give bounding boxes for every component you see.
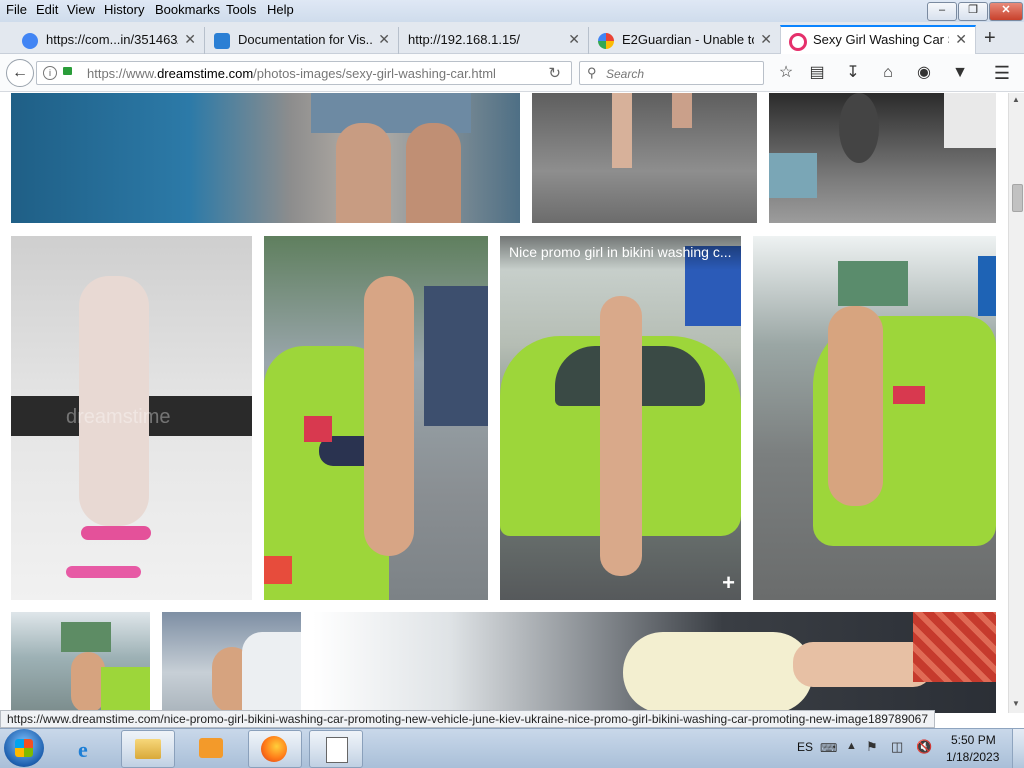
reading-list-icon[interactable]: ▤ <box>807 63 827 83</box>
network-icon[interactable]: ◫ <box>891 739 903 755</box>
pocket-icon[interactable]: ▼ <box>950 63 970 83</box>
photo-grid: dreamstime Nice promo girl in bikini was… <box>0 93 1008 713</box>
menu-edit[interactable]: Edit <box>36 2 58 17</box>
tab-label: Documentation for Vis... <box>238 32 372 47</box>
tab-local-ip[interactable]: http://192.168.1.15/ ✕ <box>400 27 589 54</box>
keyboard-icon[interactable]: ⌨ <box>820 741 837 755</box>
arrow-left-icon: ← <box>12 64 28 81</box>
download-icon[interactable]: ↧ <box>843 63 863 83</box>
menu-tools[interactable]: Tools <box>226 2 256 17</box>
tab-dreamstime[interactable]: Sexy Girl Washing Car S... ✕ <box>780 25 976 56</box>
clock-date[interactable]: 1/18/2023 <box>946 750 999 764</box>
search-icon: ⚲ <box>587 65 597 80</box>
photo-thumbnail[interactable] <box>11 93 520 223</box>
scroll-down-icon[interactable]: ▼ <box>1012 699 1020 708</box>
photo-overlay-title: Nice promo girl in bikini washing c... <box>500 236 741 270</box>
scroll-up-icon[interactable]: ▲ <box>1012 95 1020 104</box>
lock-icon <box>63 67 72 75</box>
tab-label: http://192.168.1.15/ <box>408 32 521 47</box>
menu-help[interactable]: Help <box>267 2 294 17</box>
hamburger-menu-icon[interactable]: ☰ <box>992 63 1012 83</box>
tab-google-docs[interactable]: https://com...in/351463/ ✕ <box>14 27 205 54</box>
close-tab-icon[interactable]: ✕ <box>378 31 390 48</box>
menu-history[interactable]: History <box>104 2 144 17</box>
close-tab-icon[interactable]: ✕ <box>184 31 196 48</box>
photo-thumbnail[interactable] <box>264 236 488 600</box>
tab-e2guardian[interactable]: E2Guardian - Unable to... ✕ <box>590 27 781 54</box>
tab-label: https://com...in/351463/ <box>46 32 178 47</box>
vscode-icon <box>214 33 230 49</box>
clock-time[interactable]: 5:50 PM <box>951 733 996 747</box>
photo-thumbnail-hovered[interactable]: Nice promo girl in bikini washing c... + <box>500 236 741 600</box>
chat-icon[interactable]: ◉ <box>914 63 934 83</box>
taskbar-internet-explorer[interactable]: e <box>64 730 116 766</box>
photo-thumbnail[interactable] <box>769 93 996 223</box>
photo-thumbnail[interactable] <box>532 93 757 223</box>
maximize-button[interactable]: ❐ <box>958 2 988 21</box>
back-button[interactable]: ← <box>6 59 34 87</box>
status-link-url: https://www.dreamstime.com/nice-promo-gi… <box>0 710 936 728</box>
taskbar-file-explorer[interactable] <box>121 730 175 768</box>
tab-strip: https://com...in/351463/ ✕ Documentation… <box>0 22 1024 56</box>
tab-label: E2Guardian - Unable to... <box>622 32 754 47</box>
volume-muted-icon[interactable]: 🔇 <box>916 739 932 755</box>
vertical-scrollbar[interactable]: ▲ ▼ <box>1008 93 1024 713</box>
new-tab-button[interactable]: + <box>984 27 996 50</box>
minimize-button[interactable]: – <box>927 2 957 21</box>
start-button[interactable] <box>4 729 44 767</box>
show-desktop-button[interactable] <box>1012 729 1024 768</box>
folder-icon <box>135 739 161 759</box>
google-icon <box>598 33 614 49</box>
tab-label: Sexy Girl Washing Car S... <box>813 32 949 47</box>
search-placeholder: Search <box>606 67 645 81</box>
taskbar-firefox[interactable] <box>248 730 302 768</box>
menu-bar: File Edit View History Bookmarks Tools H… <box>0 0 1024 22</box>
close-tab-icon[interactable]: ✕ <box>568 31 580 48</box>
tab-vscode-docs[interactable]: Documentation for Vis... ✕ <box>206 27 399 54</box>
close-tab-icon[interactable]: ✕ <box>955 31 967 48</box>
windows-logo-icon <box>15 739 33 757</box>
url-bar[interactable]: i https://www.dreamstime.com/photos-imag… <box>36 61 572 85</box>
language-indicator[interactable]: ES <box>797 740 813 754</box>
close-tab-icon[interactable]: ✕ <box>760 31 772 48</box>
dreamstime-icon <box>789 33 807 51</box>
photo-thumbnail[interactable] <box>162 612 301 713</box>
info-icon[interactable]: i <box>43 66 57 80</box>
reload-icon[interactable]: ↻ <box>548 64 561 82</box>
photo-thumbnail[interactable]: dreamstime <box>11 236 252 600</box>
bookmark-star-icon[interactable]: ☆ <box>776 63 796 83</box>
photo-thumbnail[interactable] <box>11 612 150 713</box>
taskbar-notepad[interactable] <box>309 730 363 768</box>
show-hidden-icons[interactable]: ▲ <box>846 740 857 752</box>
menu-view[interactable]: View <box>67 2 95 17</box>
home-icon[interactable]: ⌂ <box>878 63 898 83</box>
search-bar[interactable]: ⚲ Search <box>579 61 764 85</box>
action-center-flag-icon[interactable]: ⚑ <box>866 739 878 755</box>
watermark-text: dreamstime <box>66 406 171 428</box>
url-text: https://www.dreamstime.com/photos-images… <box>87 66 496 81</box>
menu-bookmarks[interactable]: Bookmarks <box>155 2 220 17</box>
internet-explorer-icon: e <box>78 737 88 762</box>
taskbar-media-player[interactable] <box>185 730 237 766</box>
photo-thumbnail[interactable] <box>313 612 996 713</box>
close-window-button[interactable]: ✕ <box>989 2 1023 21</box>
menu-file[interactable]: File <box>6 2 27 17</box>
scrollbar-thumb[interactable] <box>1012 184 1023 212</box>
notepad-icon <box>326 737 348 763</box>
add-to-lightbox-icon[interactable]: + <box>722 570 735 596</box>
media-player-icon <box>199 738 223 758</box>
photo-thumbnail[interactable] <box>753 236 996 600</box>
google-docs-icon <box>22 33 38 49</box>
firefox-icon <box>261 736 287 762</box>
